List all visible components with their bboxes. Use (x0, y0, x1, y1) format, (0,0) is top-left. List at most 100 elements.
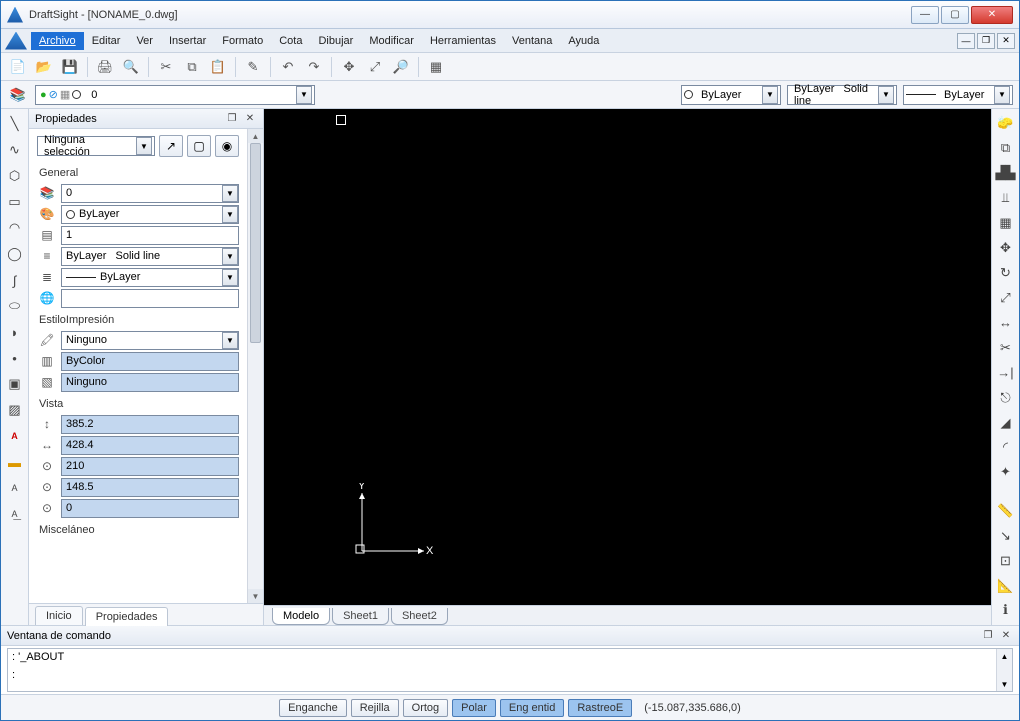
layer-manager-button[interactable]: 📚 (7, 84, 29, 106)
quick-select-button[interactable]: ↗ (159, 135, 183, 157)
etrack-toggle[interactable]: RastreoE (568, 699, 632, 717)
dropdown-arrow-icon[interactable]: ▼ (762, 86, 778, 104)
paste-button[interactable]: 📋 (207, 56, 229, 78)
close-button[interactable]: ✕ (971, 6, 1013, 24)
ellipse-arc-tool[interactable]: ◗ (4, 321, 26, 343)
rectangle-tool[interactable]: ▭ (4, 191, 26, 213)
leader-tool[interactable]: ↘ (995, 525, 1017, 546)
tab-modelo[interactable]: Modelo (272, 608, 330, 625)
fillet-tool[interactable]: ◜ (995, 437, 1017, 458)
scroll-down-icon[interactable]: ▼ (997, 677, 1012, 691)
scroll-thumb[interactable] (250, 143, 261, 343)
redo-button[interactable]: ↷ (303, 56, 325, 78)
menu-formato[interactable]: Formato (214, 32, 271, 50)
mdi-minimize-button[interactable]: — (957, 33, 975, 49)
rotate-tool[interactable]: ↻ (995, 263, 1017, 284)
copy-tool[interactable]: ⧉ (995, 138, 1017, 159)
region-tool[interactable]: ▬ (4, 451, 26, 473)
line-tool[interactable]: ╲ (4, 113, 26, 135)
block-tool[interactable]: ▣ (4, 373, 26, 395)
text-tool[interactable]: A (4, 425, 26, 447)
point-tool[interactable]: • (4, 347, 26, 369)
trim-tool[interactable]: ✂ (995, 337, 1017, 358)
pan-button[interactable]: ✥ (338, 56, 360, 78)
array-tool[interactable]: ▦ (995, 213, 1017, 234)
prop-color[interactable]: ByLayer▼ (61, 205, 239, 224)
scroll-up-icon[interactable]: ▲ (997, 649, 1012, 663)
measure-tool[interactable]: 📐 (995, 575, 1017, 596)
tab-inicio[interactable]: Inicio (35, 606, 83, 625)
prop-linetype[interactable]: ByLayer Solid line▼ (61, 247, 239, 266)
polar-toggle[interactable]: Polar (452, 699, 496, 717)
command-scrollbar[interactable]: ▲ ▼ (996, 649, 1012, 691)
dimension-tool[interactable]: 📏 (995, 500, 1017, 521)
zoom-extents-button[interactable]: ⤢ (364, 56, 386, 78)
prop-lineweight[interactable]: ByLayer▼ (61, 268, 239, 287)
tab-propiedades[interactable]: Propiedades (85, 607, 169, 626)
menu-dibujar[interactable]: Dibujar (310, 32, 361, 50)
properties-scrollbar[interactable]: ▲ ▼ (247, 129, 263, 603)
prop-hyperlink[interactable] (61, 289, 239, 308)
note-tool[interactable]: A͟ (4, 503, 26, 525)
print-button[interactable]: 🖨 (94, 56, 116, 78)
mirror-tool[interactable]: ▟▙ (995, 163, 1017, 184)
new-button[interactable]: 📄 (7, 56, 29, 78)
cut-button[interactable]: ✂ (155, 56, 177, 78)
layer-dropdown[interactable]: ●⊘▦ 0 ▼ (35, 85, 315, 105)
save-button[interactable]: 💾 (59, 56, 81, 78)
undo-button[interactable]: ↶ (277, 56, 299, 78)
prop-plotstyle[interactable]: Ninguno▼ (61, 331, 239, 350)
menu-editar[interactable]: Editar (84, 32, 129, 50)
maximize-button[interactable]: ▢ (941, 6, 969, 24)
scale-tool[interactable]: ⤢ (995, 287, 1017, 308)
open-button[interactable]: 📂 (33, 56, 55, 78)
selection-dropdown[interactable]: Ninguna selección ▼ (37, 136, 155, 156)
minimize-button[interactable]: — (911, 6, 939, 24)
toggle-pickadd-button[interactable]: ◉ (215, 135, 239, 157)
menu-herramientas[interactable]: Herramientas (422, 32, 504, 50)
circle-tool[interactable]: ◯ (4, 243, 26, 265)
menu-modificar[interactable]: Modificar (361, 32, 422, 50)
mdi-restore-button[interactable]: ❐ (977, 33, 995, 49)
scroll-up-icon[interactable]: ▲ (248, 129, 263, 143)
prop-scale[interactable]: 1 (61, 226, 239, 245)
copy-button[interactable]: ⧉ (181, 56, 203, 78)
dropdown-arrow-icon[interactable]: ▼ (136, 137, 152, 155)
match-props-button[interactable]: ✎ (242, 56, 264, 78)
explode-tool[interactable]: ✦ (995, 462, 1017, 483)
ortho-toggle[interactable]: Ortog (403, 699, 449, 717)
select-objects-button[interactable]: ▢ (187, 135, 211, 157)
menu-cota[interactable]: Cota (271, 32, 310, 50)
dropdown-arrow-icon[interactable]: ▼ (878, 86, 894, 104)
panel-dock-button[interactable]: ❐ (981, 629, 995, 643)
stretch-tool[interactable]: ↔ (995, 312, 1017, 333)
menu-ventana[interactable]: Ventana (504, 32, 560, 50)
menu-archivo[interactable]: Archivo (31, 32, 84, 50)
mtext-tool[interactable]: A (4, 477, 26, 499)
color-dropdown[interactable]: ByLayer ▼ (681, 85, 781, 105)
snap-toggle[interactable]: Enganche (279, 699, 347, 717)
app-menu-icon[interactable] (5, 32, 27, 50)
offset-tool[interactable]: ⫫ (995, 188, 1017, 209)
move-tool[interactable]: ✥ (995, 238, 1017, 259)
linetype-dropdown[interactable]: ByLayer Solid line ▼ (787, 85, 897, 105)
panel-close-button[interactable]: ✕ (999, 629, 1013, 643)
hatch-tool[interactable]: ▨ (4, 399, 26, 421)
dropdown-arrow-icon[interactable]: ▼ (994, 86, 1010, 104)
mdi-close-button[interactable]: ✕ (997, 33, 1015, 49)
grid-toggle[interactable]: Rejilla (351, 699, 399, 717)
menu-insertar[interactable]: Insertar (161, 32, 214, 50)
drawing-canvas[interactable]: X Y (264, 109, 991, 605)
tab-sheet1[interactable]: Sheet1 (332, 608, 389, 625)
options-button[interactable]: ▦ (425, 56, 447, 78)
menu-ver[interactable]: Ver (128, 32, 161, 50)
command-input[interactable]: : '_ABOUT : ▲ ▼ (7, 648, 1013, 692)
tolerance-tool[interactable]: ⊡ (995, 550, 1017, 571)
panel-close-button[interactable]: ✕ (243, 112, 257, 126)
tab-sheet2[interactable]: Sheet2 (391, 608, 448, 625)
polyline-tool[interactable]: ∿ (4, 139, 26, 161)
ellipse-tool[interactable]: ⬭ (4, 295, 26, 317)
lineweight-dropdown[interactable]: ByLayer ▼ (903, 85, 1013, 105)
print-preview-button[interactable]: 🔍 (120, 56, 142, 78)
zoom-window-button[interactable]: 🔎 (390, 56, 412, 78)
